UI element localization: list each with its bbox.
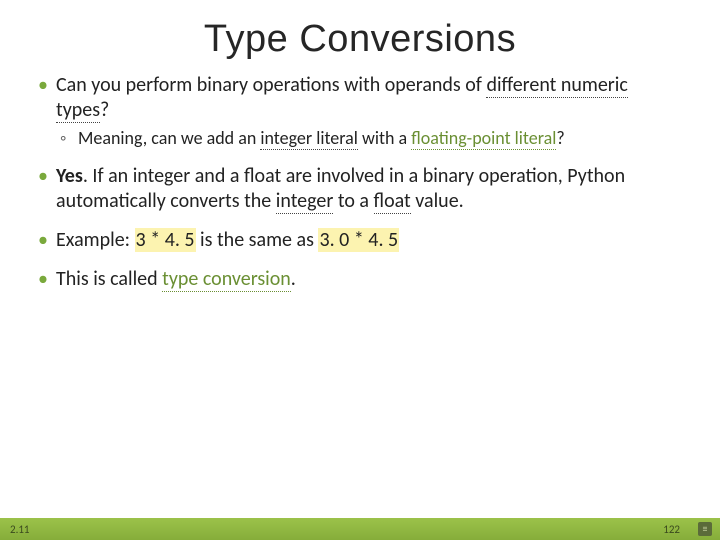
menu-icon[interactable] [698, 522, 712, 536]
text: value. [411, 189, 464, 213]
text: Can you perform binary operations with o… [56, 73, 486, 97]
text: Meaning, can we add an [78, 127, 260, 149]
underline-text: float [374, 189, 411, 214]
underline-text: integer literal [260, 127, 358, 150]
bullet-2: Yes. If an integer and a float are invol… [38, 164, 682, 214]
footer-bar: 2.11 122 [0, 518, 720, 540]
sub-bullet-1: Meaning, can we add an integer literal w… [56, 127, 682, 150]
text: . [291, 267, 296, 291]
bullet-3: Example: 3 * 4. 5 is the same as 3. 0 * … [38, 228, 682, 253]
text: This is called [56, 267, 162, 291]
bullet-4: This is called type conversion. [38, 267, 682, 292]
link-text: type conversion [162, 267, 291, 292]
underline-text: integer [276, 189, 334, 214]
slide: Type Conversions Can you perform binary … [0, 0, 720, 540]
slide-body: Can you perform binary operations with o… [0, 61, 720, 292]
text: ? [100, 98, 109, 122]
section-number: 2.11 [0, 523, 663, 536]
link-text: floating-point literal [411, 127, 556, 150]
text: to a [333, 189, 373, 213]
highlight-text: 3. 0 * 4. 5 [318, 228, 399, 252]
text: ? [556, 127, 564, 149]
text: Example: [56, 228, 135, 252]
text: with a [358, 127, 411, 149]
slide-title: Type Conversions [0, 0, 720, 61]
sub-bullet-list: Meaning, can we add an integer literal w… [56, 127, 682, 150]
bold-text: Yes [56, 164, 83, 188]
bullet-1: Can you perform binary operations with o… [38, 73, 682, 150]
bullet-list: Can you perform binary operations with o… [38, 73, 682, 292]
highlight-text: 3 * 4. 5 [135, 228, 196, 252]
text: is the same as [196, 228, 319, 252]
